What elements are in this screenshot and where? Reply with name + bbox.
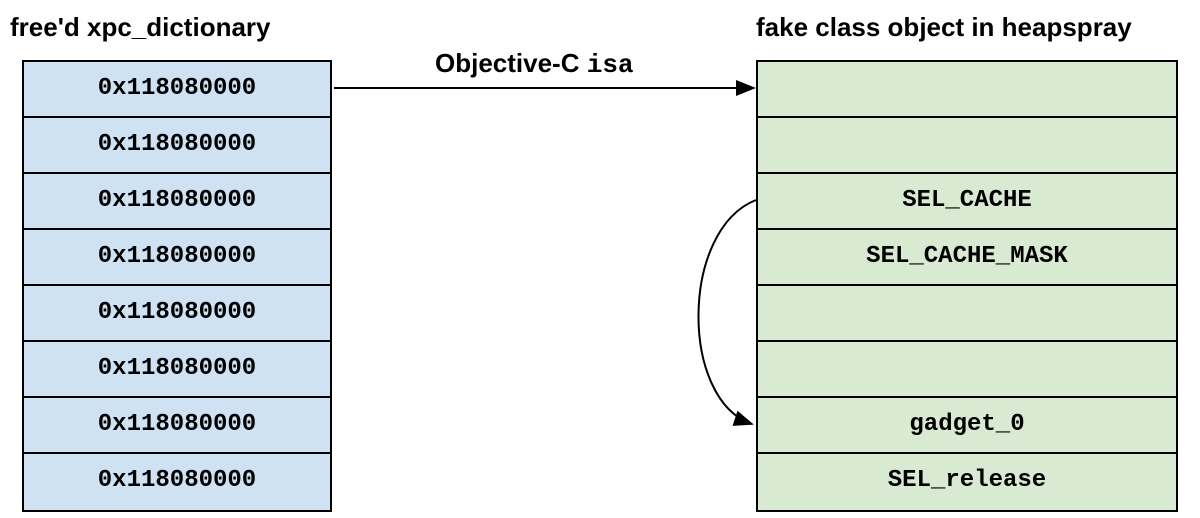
table-row: 0x118080000 [24, 118, 330, 174]
right-table: SEL_CACHE SEL_CACHE_MASK gadget_0 SEL_re… [756, 60, 1178, 512]
table-row: 0x118080000 [24, 174, 330, 230]
table-row: gadget_0 [758, 398, 1176, 454]
arrow-label-prefix: Objective-C [435, 48, 587, 78]
sel-cache-to-gadget-arrow [698, 200, 756, 424]
table-row [758, 286, 1176, 342]
isa-arrow-label: Objective-C isa [435, 48, 634, 80]
table-row: 0x118080000 [24, 286, 330, 342]
table-row: 0x118080000 [24, 454, 330, 510]
table-row [758, 342, 1176, 398]
table-row: 0x118080000 [24, 62, 330, 118]
arrow-label-mono: isa [587, 50, 634, 80]
table-row: SEL_CACHE_MASK [758, 230, 1176, 286]
table-row: 0x118080000 [24, 230, 330, 286]
table-row [758, 118, 1176, 174]
table-row: SEL_CACHE [758, 174, 1176, 230]
table-row: 0x118080000 [24, 342, 330, 398]
right-table-title: fake class object in heapspray [756, 12, 1132, 43]
left-table-title: free'd xpc_dictionary [10, 12, 271, 43]
left-table: 0x118080000 0x118080000 0x118080000 0x11… [22, 60, 332, 512]
table-row: 0x118080000 [24, 398, 330, 454]
table-row: SEL_release [758, 454, 1176, 510]
table-row [758, 62, 1176, 118]
